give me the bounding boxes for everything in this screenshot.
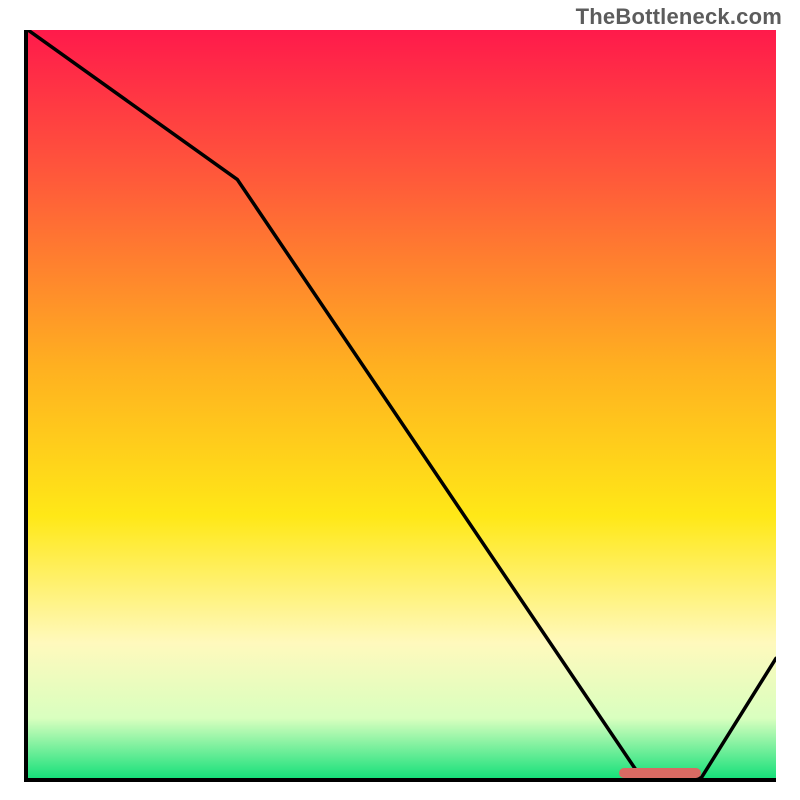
optimal-range-marker	[619, 768, 701, 778]
chart-canvas: TheBottleneck.com	[0, 0, 800, 800]
watermark-text: TheBottleneck.com	[576, 4, 782, 30]
axes-frame	[24, 30, 776, 782]
